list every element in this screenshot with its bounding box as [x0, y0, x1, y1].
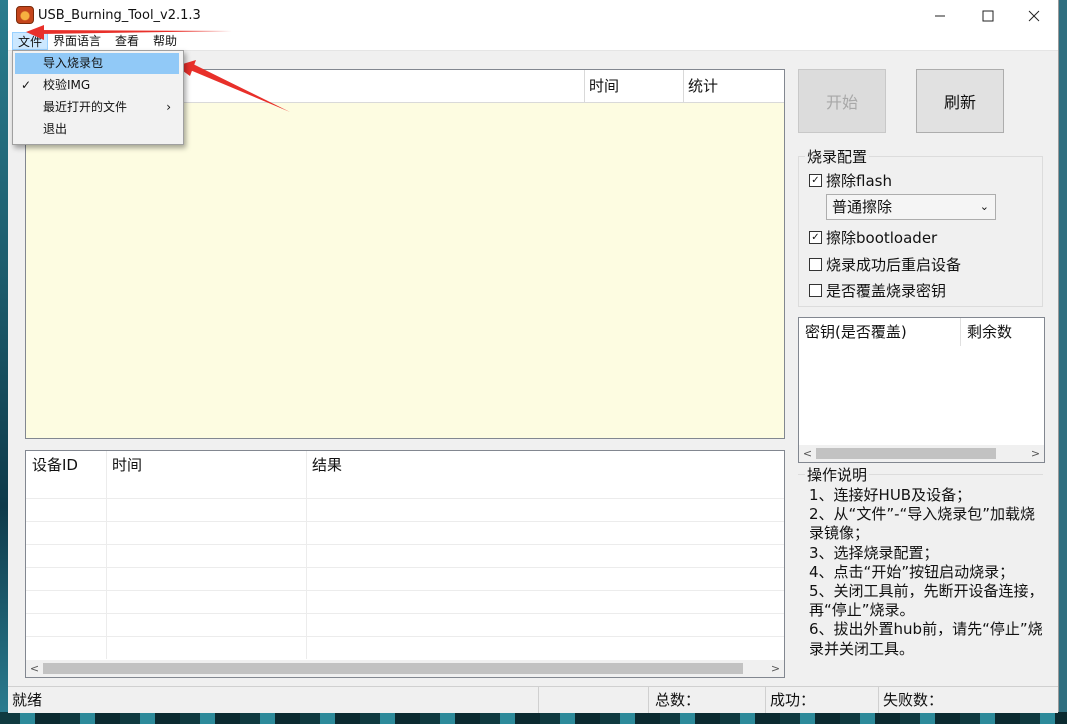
refresh-button[interactable]: 刷新: [916, 69, 1004, 133]
menu-item-label: 退出: [43, 122, 68, 136]
menu-language[interactable]: 界面语言: [48, 32, 106, 50]
device-table-header: 设备ID 时间 结果: [26, 451, 784, 479]
scroll-thumb[interactable]: [816, 448, 996, 459]
file-menu-dropdown: 导入烧录包 ✓ 校验IMG 最近打开的文件 › 退出: [12, 50, 184, 145]
main-col-stats[interactable]: 统计: [684, 70, 784, 102]
burn-config-title: 烧录配置: [805, 146, 870, 167]
desktop-background: [0, 0, 8, 724]
scroll-thumb[interactable]: [43, 663, 743, 674]
menu-item-label: 最近打开的文件: [43, 100, 128, 114]
table-row: [26, 613, 784, 637]
status-blank: [538, 687, 648, 713]
menu-item-exit[interactable]: 退出: [15, 119, 179, 140]
key-table-scrollbar[interactable]: < >: [799, 445, 1044, 462]
menu-item-label: 导入烧录包: [43, 56, 104, 70]
key-col-key[interactable]: 密钥(是否覆盖): [799, 318, 961, 346]
main-col-time[interactable]: 时间: [585, 70, 684, 102]
status-bar: 就绪 总数： 成功： 失败数：: [8, 686, 1058, 713]
close-button[interactable]: [1011, 0, 1057, 32]
menu-item-verify-img[interactable]: ✓ 校验IMG: [15, 75, 179, 96]
start-button[interactable]: 开始: [798, 69, 886, 133]
checkbox-unchecked-icon: [809, 258, 822, 271]
checkmark-icon: ✓: [21, 78, 32, 92]
menu-item-label: 校验IMG: [43, 78, 91, 92]
device-table-scrollbar[interactable]: < >: [26, 660, 784, 677]
device-table[interactable]: 设备ID 时间 结果 < >: [25, 450, 785, 678]
chevron-down-icon: ⌄: [979, 200, 989, 213]
menu-item-recent-files[interactable]: 最近打开的文件 ›: [15, 97, 179, 118]
app-icon: [16, 6, 34, 24]
erase-flash-label: 擦除flash: [826, 172, 892, 190]
erase-bootloader-label: 擦除bootloader: [826, 229, 938, 247]
menu-view[interactable]: 查看: [110, 32, 144, 50]
status-success: 成功：: [765, 687, 878, 713]
minimize-button[interactable]: [917, 0, 963, 32]
scroll-right-icon[interactable]: >: [767, 660, 784, 677]
checkbox-checked-icon: ✓: [809, 174, 822, 187]
reboot-after-checkbox[interactable]: 烧录成功后重启设备: [809, 254, 961, 275]
maximize-button[interactable]: [965, 0, 1011, 32]
table-row: [26, 544, 784, 568]
scroll-left-icon[interactable]: <: [799, 445, 816, 462]
menu-help[interactable]: 帮助: [148, 32, 182, 50]
table-row: [26, 521, 784, 545]
menu-bar: 文件 界面语言 查看 帮助: [8, 32, 1058, 51]
minimize-icon: [935, 15, 945, 17]
table-row: [26, 567, 784, 591]
overwrite-key-checkbox[interactable]: 是否覆盖烧录密钥: [809, 280, 946, 301]
key-col-remaining[interactable]: 剩余数: [961, 318, 1043, 346]
window-title: USB_Burning_Tool_v2.1.3: [38, 8, 201, 23]
table-row: [26, 498, 784, 522]
erase-bootloader-checkbox[interactable]: ✓ 擦除bootloader: [809, 227, 937, 248]
dev-col-result[interactable]: 结果: [306, 451, 606, 479]
overwrite-key-label: 是否覆盖烧录密钥: [826, 282, 947, 300]
taskbar-strip: [0, 712, 1067, 724]
table-row: [26, 590, 784, 614]
checkbox-unchecked-icon: [809, 284, 822, 297]
chevron-right-icon: ›: [166, 100, 171, 114]
menu-file[interactable]: 文件: [12, 32, 49, 50]
scroll-right-icon[interactable]: >: [1027, 445, 1044, 462]
scroll-left-icon[interactable]: <: [26, 660, 43, 677]
status-total: 总数：: [648, 687, 765, 713]
menu-item-import-package[interactable]: 导入烧录包: [15, 53, 179, 74]
erase-mode-value: 普通擦除: [832, 198, 893, 216]
title-bar: USB_Burning_Tool_v2.1.3: [8, 0, 1058, 32]
checkbox-checked-icon: ✓: [809, 231, 822, 244]
dev-col-id[interactable]: 设备ID: [26, 451, 106, 479]
close-icon: [1028, 10, 1040, 22]
instructions-text: 1、连接好HUB及设备； 2、从“文件”-“导入烧录包”加载烧录镜像； 3、选择…: [809, 486, 1044, 658]
status-text: 就绪: [12, 691, 43, 709]
instructions-title: 操作说明: [805, 464, 870, 485]
reboot-after-label: 烧录成功后重启设备: [826, 256, 962, 274]
key-table[interactable]: 密钥(是否覆盖) 剩余数 < >: [798, 317, 1045, 463]
status-fail: 失败数：: [878, 687, 1059, 713]
maximize-icon: [982, 10, 994, 22]
erase-mode-select[interactable]: 普通擦除 ⌄: [826, 194, 996, 220]
table-row: [26, 636, 784, 660]
dev-col-time[interactable]: 时间: [106, 451, 306, 479]
erase-flash-checkbox[interactable]: ✓ 擦除flash: [809, 170, 892, 191]
